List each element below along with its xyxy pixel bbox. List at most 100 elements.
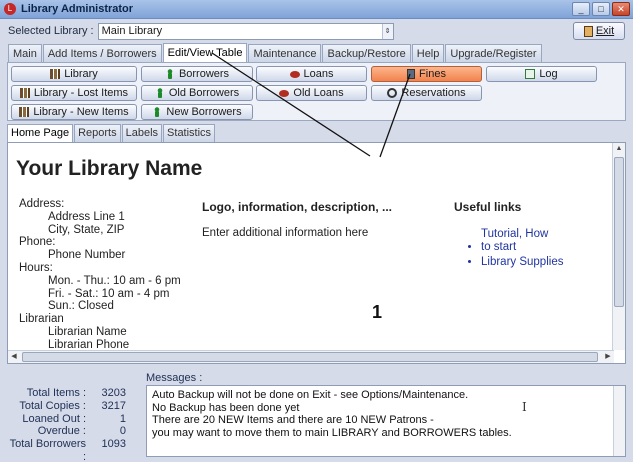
scroll-left-icon[interactable]: ◀ (8, 351, 20, 363)
library-select-value: Main Library (101, 24, 163, 37)
books-icon (19, 107, 30, 117)
message-line: Auto Backup will not be done on Exit - s… (152, 389, 469, 401)
reservations-button[interactable]: Reservations (371, 85, 482, 101)
library-info-column: Address: Address Line 1 City, State, ZIP… (19, 198, 181, 352)
title-bar: L Library Administrator _ □ ✕ (0, 0, 633, 19)
tab-main[interactable]: Main (8, 44, 42, 62)
message-line: No Backup has been done yet (152, 401, 300, 414)
books-icon (19, 88, 30, 98)
library-button[interactable]: Library (11, 66, 137, 82)
list-item: Tutorial, How to start (481, 228, 563, 253)
library-selector-row: Selected Library : Main Library ⇕ (8, 22, 394, 40)
table-toolbar: Library Borrowers Loans Fines Log Librar… (7, 62, 626, 121)
library-lost-items-button[interactable]: Library - Lost Items (11, 85, 137, 101)
stat-label: Total Items : (26, 387, 86, 399)
window-controls: _ □ ✕ (572, 2, 630, 16)
scroll-thumb[interactable] (22, 352, 598, 362)
loans-button-label: Loans (303, 68, 334, 80)
messages-label: Messages : (146, 372, 203, 384)
messages-scrollbar[interactable] (613, 386, 625, 456)
library-selector-label: Selected Library : (8, 25, 94, 37)
borrowers-button[interactable]: Borrowers (141, 66, 253, 82)
hours-weekday: Mon. - Thu.: 10 am - 6 pm (48, 274, 181, 287)
tab-edit-view-table[interactable]: Edit/View Table (162, 43, 248, 62)
callout-number: 1 (372, 302, 383, 322)
app-logo-icon: L (4, 3, 16, 15)
old-borrowers-label: Old Borrowers (168, 87, 240, 99)
hours-friday-saturday: Fri. - Sat.: 10 am - 4 pm (48, 287, 170, 300)
scroll-thumb[interactable] (614, 157, 624, 307)
tab-reports[interactable]: Reports (74, 124, 121, 142)
scroll-right-icon[interactable]: ▶ (602, 351, 614, 363)
stat-total-borrowers: Total Borrowers : 1093 (4, 438, 128, 462)
log-icon (525, 69, 536, 79)
address-line-2: City, State, ZIP (48, 223, 125, 236)
tab-statistics[interactable]: Statistics (163, 124, 216, 142)
tab-upgrade-register[interactable]: Upgrade/Register (445, 44, 542, 62)
stat-value: 1093 (101, 438, 126, 451)
minimize-button[interactable]: _ (572, 2, 590, 16)
stat-label: Loaned Out : (22, 412, 86, 425)
stat-label: Total Borrowers : (9, 438, 86, 462)
tab-help[interactable]: Help (411, 44, 445, 62)
main-tabs: Main Add Items / Borrowers Edit/View Tab… (8, 43, 543, 62)
hours-label: Hours: (19, 261, 53, 274)
vertical-scrollbar[interactable]: ▲ (612, 143, 625, 350)
borrowers-button-label: Borrowers (178, 68, 230, 80)
stat-value: 1 (119, 412, 126, 425)
new-borrowers-label: New Borrowers (166, 106, 242, 118)
list-item: Library Supplies (481, 256, 563, 269)
maximize-button[interactable]: □ (592, 2, 610, 16)
library-new-items-label: Library - New Items (33, 106, 129, 118)
log-button[interactable]: Log (486, 66, 597, 82)
librarian-name: Librarian Name (48, 325, 127, 338)
messages-box[interactable]: Auto Backup will not be done on Exit - s… (146, 385, 626, 457)
old-loans-button[interactable]: Old Loans (256, 85, 367, 101)
person-icon (164, 69, 175, 79)
stat-label: Total Copies : (19, 399, 86, 412)
fines-button[interactable]: Fines (371, 66, 482, 82)
new-borrowers-button[interactable]: New Borrowers (141, 104, 253, 120)
tab-home-page[interactable]: Home Page (7, 124, 74, 142)
message-line: you may want to move them to main LIBRAR… (152, 426, 512, 439)
door-icon (583, 25, 593, 37)
useful-links-heading: Useful links (454, 200, 522, 214)
person-icon (152, 107, 163, 117)
close-button[interactable]: ✕ (612, 2, 630, 16)
library-lost-items-label: Library - Lost Items (33, 87, 129, 99)
stat-overdue: Overdue : 0 (4, 425, 128, 438)
books-icon (50, 69, 61, 79)
exit-button[interactable]: Exit (573, 22, 625, 40)
library-supplies-link[interactable]: Library Supplies (481, 256, 563, 268)
address-label: Address: (19, 198, 65, 210)
library-button-label: Library (64, 68, 98, 80)
tab-add-items-borrowers[interactable]: Add Items / Borrowers (42, 44, 162, 62)
fines-icon (407, 69, 416, 79)
library-select[interactable]: Main Library ⇕ (97, 22, 394, 40)
stat-value: 0 (119, 425, 126, 438)
loans-button[interactable]: Loans (256, 66, 367, 82)
library-new-items-button[interactable]: Library - New Items (11, 104, 137, 120)
reservations-label: Reservations (401, 87, 466, 99)
text-cursor-icon: I (522, 400, 527, 414)
fines-button-label: Fines (419, 68, 446, 80)
tab-backup-restore[interactable]: Backup/Restore (322, 44, 411, 62)
home-page-panel: Your Library Name Address: Address Line … (7, 142, 626, 364)
clock-icon (387, 88, 398, 98)
stat-value: 3217 (101, 399, 126, 412)
stat-label: Overdue : (37, 425, 86, 438)
tutorial-link[interactable]: Tutorial, How to start (481, 228, 561, 253)
tab-labels[interactable]: Labels (121, 124, 163, 142)
scroll-up-icon[interactable]: ▲ (613, 143, 625, 155)
useful-links-list: Tutorial, How to start Library Supplies (470, 228, 563, 272)
stat-total-items: Total Items : 3203 (4, 387, 128, 400)
stat-loaned-out: Loaned Out : 1 (4, 413, 128, 426)
horizontal-scrollbar[interactable]: ◀ ▶ (8, 350, 614, 363)
tab-maintenance[interactable]: Maintenance (248, 44, 322, 62)
dropdown-arrow-icon[interactable]: ⇕ (381, 23, 393, 39)
old-borrowers-button[interactable]: Old Borrowers (141, 85, 253, 101)
library-stats: Total Items : 3203 Total Copies : 3217 L… (4, 387, 128, 462)
stat-total-copies: Total Copies : 3217 (4, 400, 128, 413)
exit-label: Exit (595, 25, 615, 37)
loan-icon (289, 70, 300, 78)
